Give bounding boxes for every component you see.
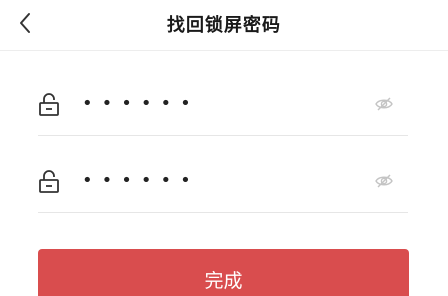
- eye-off-icon[interactable]: [374, 94, 394, 114]
- confirm-password-row: ••••••: [38, 154, 408, 213]
- page-title: 找回锁屏密码: [167, 15, 281, 36]
- password-field[interactable]: ••••••: [82, 91, 200, 117]
- find-lock-password-screen: 找回锁屏密码 •••••• •••••• 完成: [0, 0, 448, 296]
- lock-icon: [39, 93, 59, 116]
- navigation-bar: 找回锁屏密码: [0, 0, 448, 51]
- password-row: ••••••: [38, 77, 408, 136]
- lock-icon: [39, 170, 59, 193]
- confirm-password-field[interactable]: ••••••: [82, 168, 200, 194]
- done-button-label: 完成: [204, 270, 243, 292]
- done-button[interactable]: 完成: [38, 249, 409, 296]
- eye-off-icon[interactable]: [374, 171, 394, 191]
